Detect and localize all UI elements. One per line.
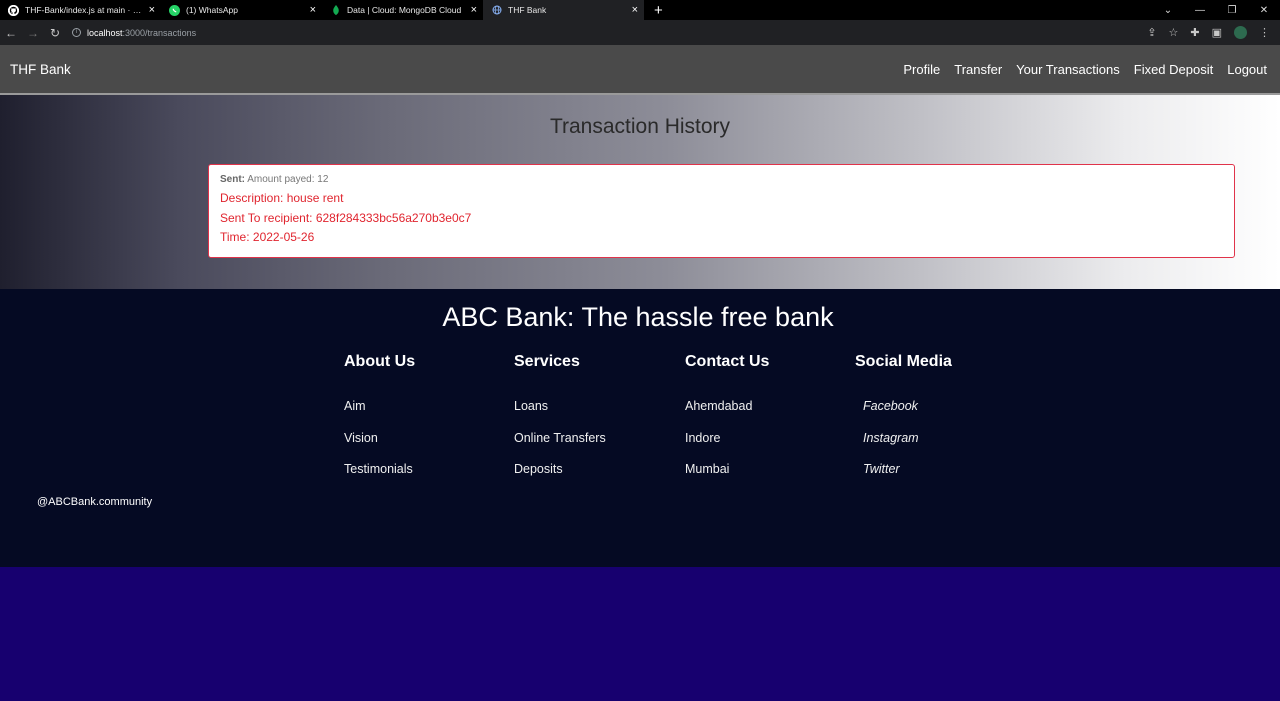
tab-title: THF Bank [508,5,547,15]
amount-text: Amount payed: 12 [247,174,329,185]
share-icon[interactable]: ⇪ [1147,26,1156,39]
brand-logo[interactable]: THF Bank [10,62,71,77]
nav-your-transactions[interactable]: Your Transactions [1016,62,1120,77]
footer-link-twitter[interactable]: Twitter [855,462,952,494]
close-tab-icon[interactable]: × [471,4,477,16]
close-tab-icon[interactable]: × [632,4,638,16]
sent-label: Sent: [220,174,245,185]
footer-title: ABC Bank: The hassle free bank [442,302,834,332]
transaction-description: Description: house rent [220,191,344,205]
new-tab-icon[interactable]: + [654,3,663,18]
footer-link-aim[interactable]: Aim [344,399,415,431]
minimize-icon[interactable]: — [1184,5,1216,16]
transaction-recipient: Sent To recipient: 628f284333bc56a270b3e… [220,210,472,225]
transaction-card: Sent: Amount payed: 12 Description: hous… [208,164,1235,258]
browser-tab-mongodb[interactable]: Data | Cloud: MongoDB Cloud × [322,0,483,20]
browser-tab-bar: THF-Bank/index.js at main · Parth × (1) … [0,0,1280,20]
side-panel-icon[interactable]: ▣ [1212,26,1222,39]
tab-search-icon[interactable]: ⌄ [1152,5,1184,16]
close-tab-icon[interactable]: × [310,4,316,16]
site-footer: ABC Bank: The hassle free bank About Us … [0,289,1280,567]
tab-title: Data | Cloud: MongoDB Cloud [347,5,462,15]
tab-title: (1) WhatsApp [186,5,238,15]
nav-fixed-deposit[interactable]: Fixed Deposit [1134,62,1213,77]
bookmark-star-icon[interactable]: ☆ [1169,26,1179,39]
browser-tab-whatsapp[interactable]: (1) WhatsApp × [161,0,322,20]
main-content: Transaction History Sent: Amount payed: … [0,95,1280,289]
footer-link-loans[interactable]: Loans [514,399,606,431]
footer-link-indore[interactable]: Indore [685,431,769,463]
url-field[interactable]: i localhost:3000/transactions [72,28,196,38]
footer-col-services: Services Loans Online Transfers Deposits [514,353,606,494]
footer-col-contact: Contact Us Ahemdabad Indore Mumbai [685,353,769,494]
nav-transfer[interactable]: Transfer [954,62,1002,77]
close-tab-icon[interactable]: × [149,4,155,16]
community-handle: @ABCBank.community [37,496,153,508]
footer-link-mumbai[interactable]: Mumbai [685,462,769,494]
globe-icon [491,5,502,16]
footer-link-deposits[interactable]: Deposits [514,462,606,494]
whatsapp-icon [169,4,180,16]
profile-avatar-icon[interactable] [1234,26,1247,39]
nav-links: Profile Transfer Your Transactions Fixed… [889,45,1267,93]
url-host: localhost [87,27,123,38]
footer-link-facebook[interactable]: Facebook [855,399,952,431]
page-title: Transaction History [549,115,731,138]
footer-link-testimonials[interactable]: Testimonials [344,462,415,494]
footer-col-about: About Us Aim Vision Testimonials [344,353,415,494]
browser-tab-github[interactable]: THF-Bank/index.js at main · Parth × [0,0,161,20]
browser-tab-thf-bank[interactable]: THF Bank × [483,0,644,20]
site-info-icon[interactable]: i [72,28,81,37]
github-icon [8,4,19,16]
forward-icon[interactable]: → [22,26,44,40]
close-window-icon[interactable]: ✕ [1248,5,1280,16]
restore-icon[interactable]: ❐ [1216,5,1248,16]
footer-heading: Services [514,353,580,370]
browser-toolbar-icons: ⇪ ☆ ✚ ▣ ⋮ [1135,20,1270,45]
footer-heading: Contact Us [685,353,770,370]
site-navbar: THF Bank Profile Transfer Your Transacti… [0,45,1280,93]
transaction-amount-row: Sent: Amount payed: 12 [220,174,1223,185]
footer-link-online-transfers[interactable]: Online Transfers [514,431,606,463]
window-controls: ⌄ — ❐ ✕ [1152,0,1280,20]
nav-profile[interactable]: Profile [903,62,940,77]
back-icon[interactable]: ← [0,26,22,40]
extensions-icon[interactable]: ✚ [1190,26,1199,39]
tab-title: THF-Bank/index.js at main · Parth [25,5,145,15]
nav-logout[interactable]: Logout [1227,62,1267,77]
footer-link-ahemdabad[interactable]: Ahemdabad [685,399,769,431]
reload-icon[interactable]: ↻ [44,26,66,40]
transaction-time: Time: 2022-05-26 [220,230,315,244]
menu-kebab-icon[interactable]: ⋮ [1259,26,1270,39]
footer-link-vision[interactable]: Vision [344,431,415,463]
url-path: :3000/transactions [122,27,197,38]
footer-heading: About Us [344,353,416,370]
footer-heading: Social Media [855,353,952,370]
footer-link-instagram[interactable]: Instagram [855,431,952,463]
mongodb-icon [330,4,341,16]
browser-address-bar: ← → ↻ i localhost:3000/transactions ⇪ ☆ … [0,20,1280,45]
footer-col-social: Social Media Facebook Instagram Twitter [855,353,952,494]
